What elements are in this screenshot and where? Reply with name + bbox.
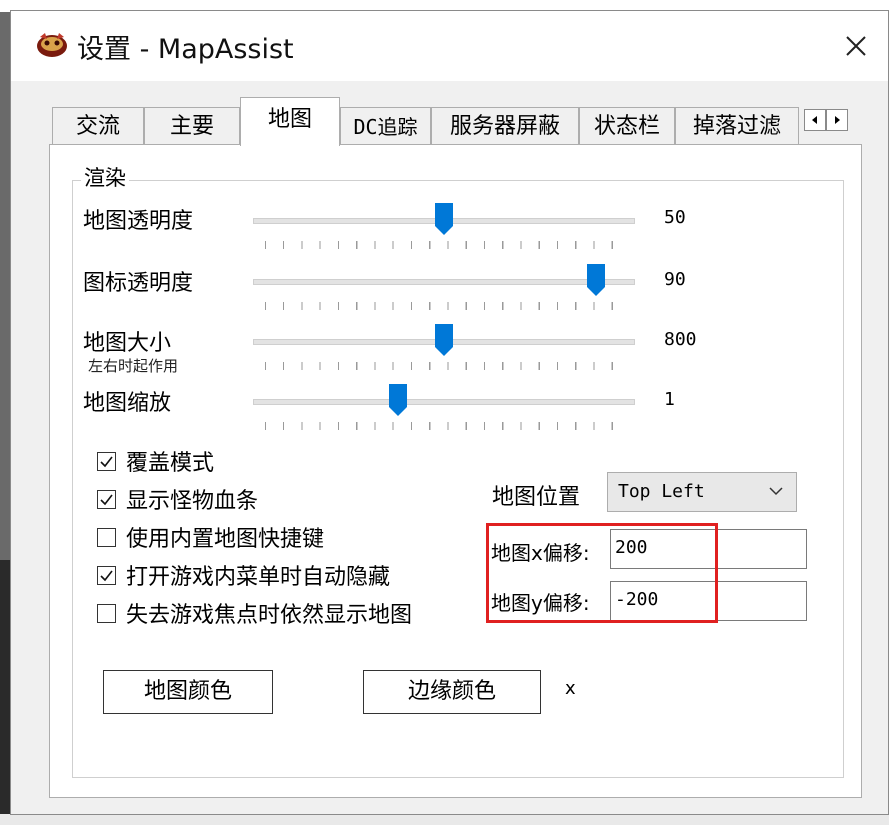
map-size-thumb[interactable] (434, 323, 454, 357)
tab-scroll-left-button[interactable] (804, 109, 826, 131)
map-position-selected: Top Left (618, 481, 705, 502)
checkmark-icon (100, 570, 113, 581)
overlay-mode-label: 覆盖模式 (126, 451, 215, 476)
auto-hide-in-menu-label: 打开游戏内菜单时自动隐藏 (126, 565, 391, 590)
checkmark-icon (100, 494, 113, 505)
y-offset-input[interactable]: -200 (610, 581, 807, 621)
map-opacity-value: 50 (664, 207, 686, 228)
settings-window: 设置 - MapAssist 交流 主要 地图 DC追踪 服务器屏蔽 状态栏 掉… (10, 10, 889, 815)
icon-opacity-ticks (265, 302, 630, 310)
tab-dc-tracker[interactable]: DC追踪 (340, 107, 431, 145)
overlay-mode-checkbox[interactable] (97, 451, 116, 471)
map-opacity-track[interactable] (253, 203, 635, 235)
tab-jiaoliu[interactable]: 交流 (52, 107, 144, 145)
tab-drop-filter[interactable]: 掉落过滤 (675, 107, 799, 145)
map-position-select[interactable]: Top Left (607, 472, 797, 512)
map-size-note: 左右时起作用 (88, 357, 179, 375)
map-opacity-ticks (265, 241, 630, 249)
render-group-label: 渲染 (81, 162, 129, 192)
builtin-hotkeys-checkbox[interactable] (97, 527, 116, 547)
tab-map[interactable]: 地图 (240, 97, 340, 146)
map-size-track[interactable] (253, 324, 635, 356)
builtin-hotkeys-label: 使用内置地图快捷键 (126, 527, 325, 552)
map-opacity-label: 地图透明度 (83, 209, 194, 234)
show-when-unfocused-label: 失去游戏焦点时依然显示地图 (126, 603, 413, 628)
map-position-label: 地图位置 (492, 485, 581, 510)
border-color-value: x (565, 678, 576, 699)
checkmark-icon (100, 456, 113, 467)
show-monster-hp-checkbox[interactable] (97, 489, 116, 509)
tab-server-block[interactable]: 服务器屏蔽 (431, 107, 579, 145)
map-zoom-ticks (265, 422, 630, 430)
x-offset-label: 地图x偏移: (491, 541, 590, 565)
icon-opacity-value: 90 (664, 269, 686, 290)
show-when-unfocused-checkbox-row[interactable]: 失去游戏焦点时依然显示地图 (97, 597, 412, 629)
x-offset-input[interactable]: 200 (610, 529, 807, 569)
builtin-hotkeys-checkbox-row[interactable]: 使用内置地图快捷键 (97, 521, 324, 553)
map-color-button[interactable]: 地图颜色 (103, 670, 273, 714)
auto-hide-in-menu-checkbox-row[interactable]: 打开游戏内菜单时自动隐藏 (97, 559, 390, 591)
title-bar[interactable]: 设置 - MapAssist (11, 11, 888, 81)
app-logo-icon (35, 31, 69, 59)
show-monster-hp-checkbox-row[interactable]: 显示怪物血条 (97, 483, 258, 515)
tab-main[interactable]: 主要 (144, 107, 240, 145)
chevron-down-icon (769, 487, 783, 496)
close-button[interactable] (824, 11, 888, 81)
icon-opacity-label: 图标透明度 (83, 271, 194, 296)
auto-hide-in-menu-checkbox[interactable] (97, 565, 116, 585)
icon-opacity-track[interactable] (253, 264, 635, 296)
icon-opacity-thumb[interactable] (586, 263, 606, 297)
map-opacity-thumb[interactable] (434, 202, 454, 236)
arrow-left-icon (812, 116, 817, 124)
show-when-unfocused-checkbox[interactable] (97, 603, 116, 623)
close-icon (846, 36, 866, 56)
y-offset-label: 地图y偏移: (491, 591, 590, 615)
map-size-value: 800 (664, 329, 697, 350)
map-tab-panel: 渲染 地图透明度 50 图标透明度 90 地图大小 左右时起作用 800 地图缩… (49, 144, 862, 798)
tab-scroll-right-button[interactable] (826, 109, 848, 131)
map-size-label: 地图大小 (83, 331, 172, 356)
overlay-mode-checkbox-row[interactable]: 覆盖模式 (97, 445, 214, 477)
window-title: 设置 - MapAssist (77, 34, 294, 65)
map-zoom-track[interactable] (253, 384, 635, 416)
tab-status-bar[interactable]: 状态栏 (579, 107, 675, 145)
map-size-ticks (265, 362, 630, 370)
map-zoom-value: 1 (664, 389, 675, 410)
show-monster-hp-label: 显示怪物血条 (126, 489, 259, 514)
arrow-right-icon (835, 116, 840, 124)
map-zoom-thumb[interactable] (388, 383, 408, 417)
backdrop-bottom (0, 814, 889, 825)
map-zoom-label: 地图缩放 (83, 391, 172, 416)
border-color-button[interactable]: 边缘颜色 (363, 670, 541, 714)
